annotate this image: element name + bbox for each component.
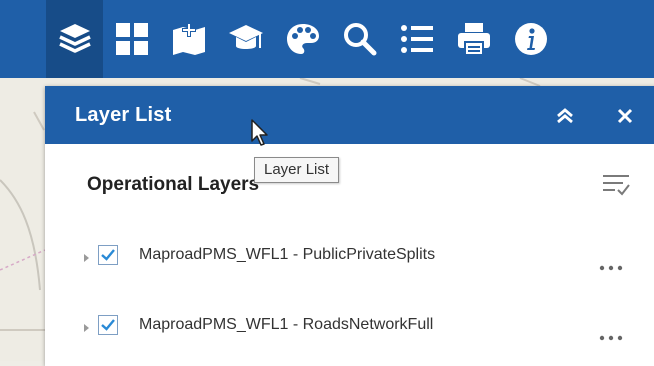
legend-button[interactable]: [388, 0, 445, 78]
operational-layers-heading: Operational Layers: [87, 174, 260, 195]
graduation-cap-icon: [228, 25, 263, 49]
more-options-icon: [599, 335, 623, 341]
layer-row[interactable]: MaproadPMS_WFL1 - PublicPrivateSplits: [45, 236, 654, 276]
layer-row[interactable]: MaproadPMS_WFL1 - RoadsNetworkFull: [45, 306, 654, 346]
tooltip: Layer List: [254, 157, 340, 183]
panel-title: Layer List: [75, 104, 172, 126]
expand-icon[interactable]: [83, 250, 91, 268]
close-panel-button[interactable]: [615, 106, 635, 126]
layer-name: MaproadPMS_WFL1 - PublicPrivateSplits: [139, 246, 436, 263]
close-icon: [617, 108, 633, 124]
layers-icon: [58, 24, 91, 53]
layer-visibility-checkbox[interactable]: [98, 245, 118, 265]
add-data-button[interactable]: [160, 0, 217, 78]
print-icon: [457, 23, 490, 56]
info-icon: [514, 23, 547, 55]
bookmark-add-icon: [172, 23, 205, 55]
print-button[interactable]: [445, 0, 502, 78]
about-education-button[interactable]: [217, 0, 274, 78]
about-button[interactable]: [502, 0, 559, 78]
layer-menu-button[interactable]: [599, 328, 623, 346]
expand-icon[interactable]: [83, 320, 91, 338]
layer-visibility-checkbox[interactable]: [98, 315, 118, 335]
top-toolbar: [0, 0, 654, 78]
layer-menu-button[interactable]: [599, 258, 623, 276]
more-options-icon: [599, 265, 623, 271]
basemap-gallery-button[interactable]: [103, 0, 160, 78]
palette-icon: [286, 24, 319, 54]
search-button[interactable]: [331, 0, 388, 78]
chevron-double-up-icon: [557, 108, 573, 124]
search-icon: [343, 23, 376, 56]
layer-list-button[interactable]: [46, 0, 103, 78]
mouse-cursor-icon: [251, 119, 268, 146]
checkmark-icon: [101, 319, 115, 331]
panel-header: Layer List: [45, 86, 654, 144]
grid-icon: [115, 23, 148, 55]
layer-options-button[interactable]: [601, 172, 631, 201]
checkmark-icon: [101, 249, 115, 261]
layer-list-panel: Layer List Operational Layers MaproadPMS…: [45, 86, 654, 366]
filter-list-icon: [603, 175, 630, 196]
list-icon: [400, 25, 433, 53]
layer-name: MaproadPMS_WFL1 - RoadsNetworkFull: [139, 316, 434, 333]
collapse-panel-button[interactable]: [555, 106, 575, 126]
style-button[interactable]: [274, 0, 331, 78]
